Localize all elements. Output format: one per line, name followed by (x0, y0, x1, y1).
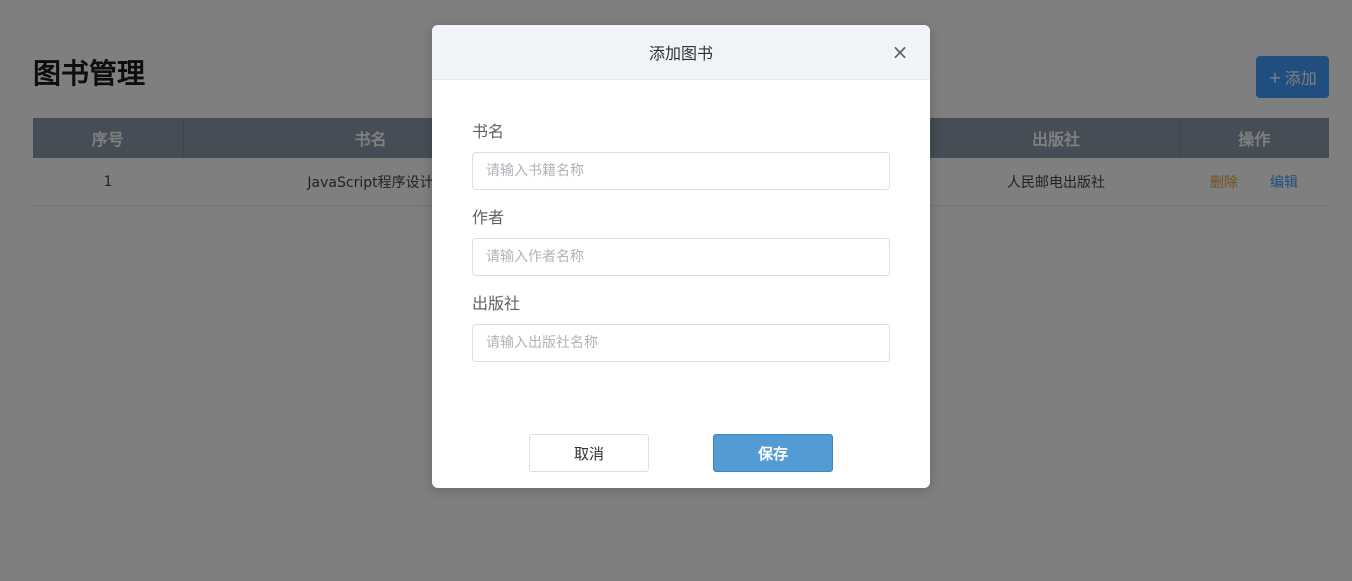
save-button[interactable]: 保存 (713, 434, 833, 472)
dialog-header: 添加图书 × (432, 25, 930, 80)
author-input[interactable] (472, 238, 890, 276)
add-book-dialog: 添加图书 × 书名 作者 出版社 取消 保存 (432, 25, 930, 488)
close-icon[interactable]: × (890, 42, 910, 62)
form-group-publisher: 出版社 (472, 294, 890, 362)
book-name-input[interactable] (472, 152, 890, 190)
form-group-book-name: 书名 (472, 122, 890, 190)
cancel-button[interactable]: 取消 (529, 434, 649, 472)
book-name-label: 书名 (472, 122, 505, 141)
author-label: 作者 (472, 208, 505, 227)
form-group-author: 作者 (472, 208, 890, 276)
publisher-input[interactable] (472, 324, 890, 362)
publisher-label: 出版社 (472, 294, 521, 313)
dialog-title: 添加图书 (648, 44, 713, 63)
